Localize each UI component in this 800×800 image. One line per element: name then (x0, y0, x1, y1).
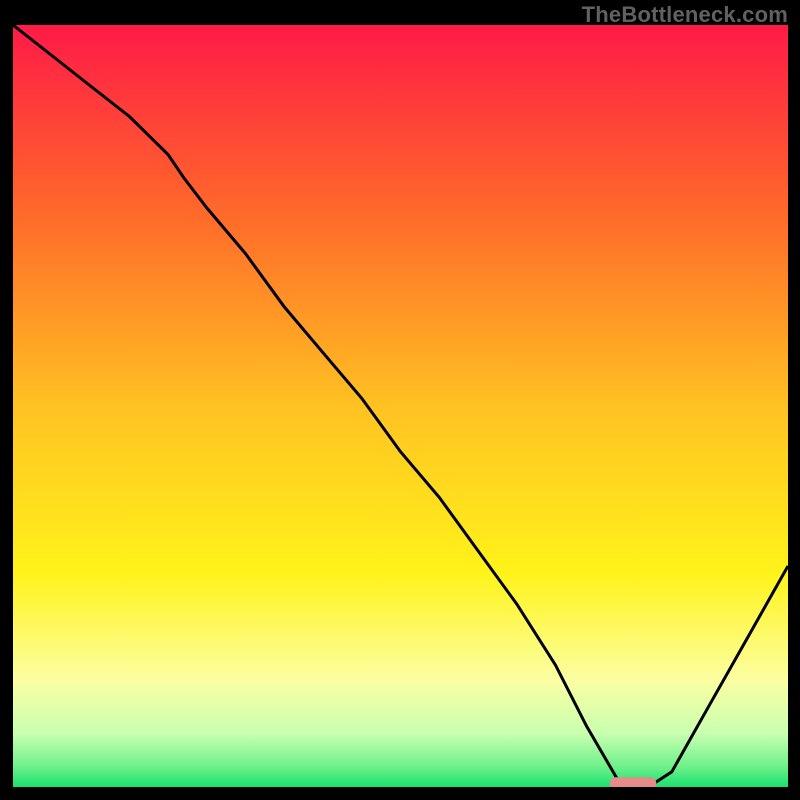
chart-frame (13, 25, 788, 787)
bottleneck-chart (13, 25, 788, 787)
optimal-range-marker (610, 777, 657, 787)
gradient-background (13, 25, 788, 787)
watermark-text: TheBottleneck.com (582, 2, 788, 28)
